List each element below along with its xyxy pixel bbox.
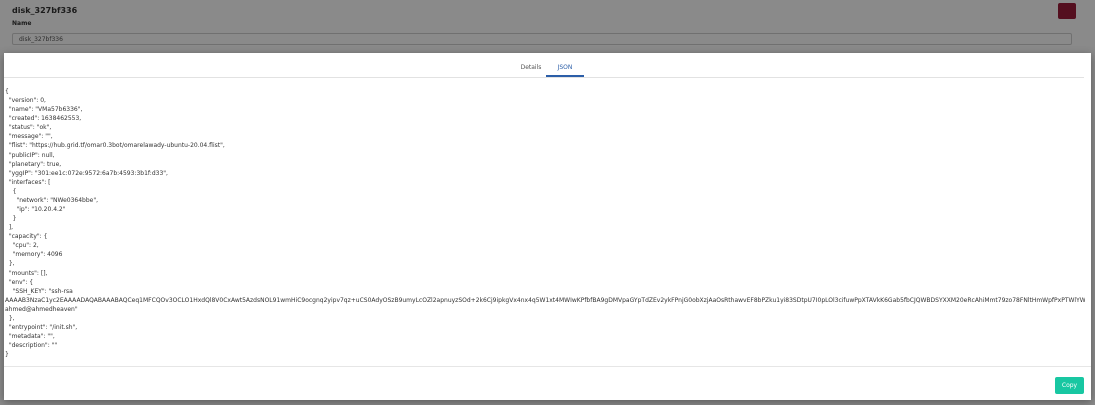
json-line: "capacity": { xyxy=(5,233,48,241)
json-line: ahmed@ahmedheaven" xyxy=(5,305,78,313)
json-line: "memory": 4096 xyxy=(5,251,63,259)
json-line: "status": "ok", xyxy=(5,124,52,132)
json-line: "name": "VMa57b6336", xyxy=(5,106,83,114)
json-line: "planetary": true, xyxy=(5,160,62,168)
json-line: "description": "" xyxy=(5,342,58,350)
json-line: }, xyxy=(5,314,15,322)
json-line: "entrypoint": "/init.sh", xyxy=(5,324,78,332)
json-viewer: { "version": 0, "name": "VMa57b6336", "c… xyxy=(5,87,1085,362)
json-line: } xyxy=(5,215,17,223)
json-line: "network": "NWe0364bbe", xyxy=(5,196,99,204)
json-line: AAAAB3NzaC1yc2EAAAADAQABAAABAQCeq1MFCQOv… xyxy=(5,296,1085,304)
json-line: "version": 0, xyxy=(5,97,46,105)
json-line: ], xyxy=(5,224,14,232)
json-line: "created": 1638462553, xyxy=(5,115,82,123)
footer-divider xyxy=(4,366,1091,367)
copy-button[interactable]: Copy xyxy=(1055,377,1084,394)
json-line: "publicIP": null, xyxy=(5,151,55,159)
json-line: "env": { xyxy=(5,278,34,286)
tabs-divider xyxy=(4,77,1084,78)
json-line: "SSH_KEY": "ssh-rsa xyxy=(5,287,73,295)
tab-json-label: JSON xyxy=(557,64,573,71)
json-line: "yggIP": "301:ee1c:072e:9572:6a7b:4593:3… xyxy=(5,169,168,177)
json-line: "ip": "10.20.4.2" xyxy=(5,206,66,214)
json-line: "message": "", xyxy=(5,133,53,141)
json-line: { xyxy=(5,88,9,95)
tab-json[interactable]: JSON xyxy=(546,62,584,77)
json-line: { xyxy=(5,187,17,195)
json-line: "flist": "https://hub.grid.tf/omar0.3bot… xyxy=(5,142,225,150)
json-line: "interfaces": [ xyxy=(5,178,51,186)
tab-details[interactable]: Details xyxy=(516,62,546,77)
json-line: }, xyxy=(5,260,15,268)
json-dialog: Details JSON { "version": 0, "name": "VM… xyxy=(4,53,1091,400)
json-line: } xyxy=(5,351,9,359)
json-line: "mounts": [], xyxy=(5,269,48,277)
tab-bar: Details JSON xyxy=(4,53,1091,77)
json-line: "metadata": "", xyxy=(5,333,55,341)
json-line: "cpu": 2, xyxy=(5,242,39,250)
